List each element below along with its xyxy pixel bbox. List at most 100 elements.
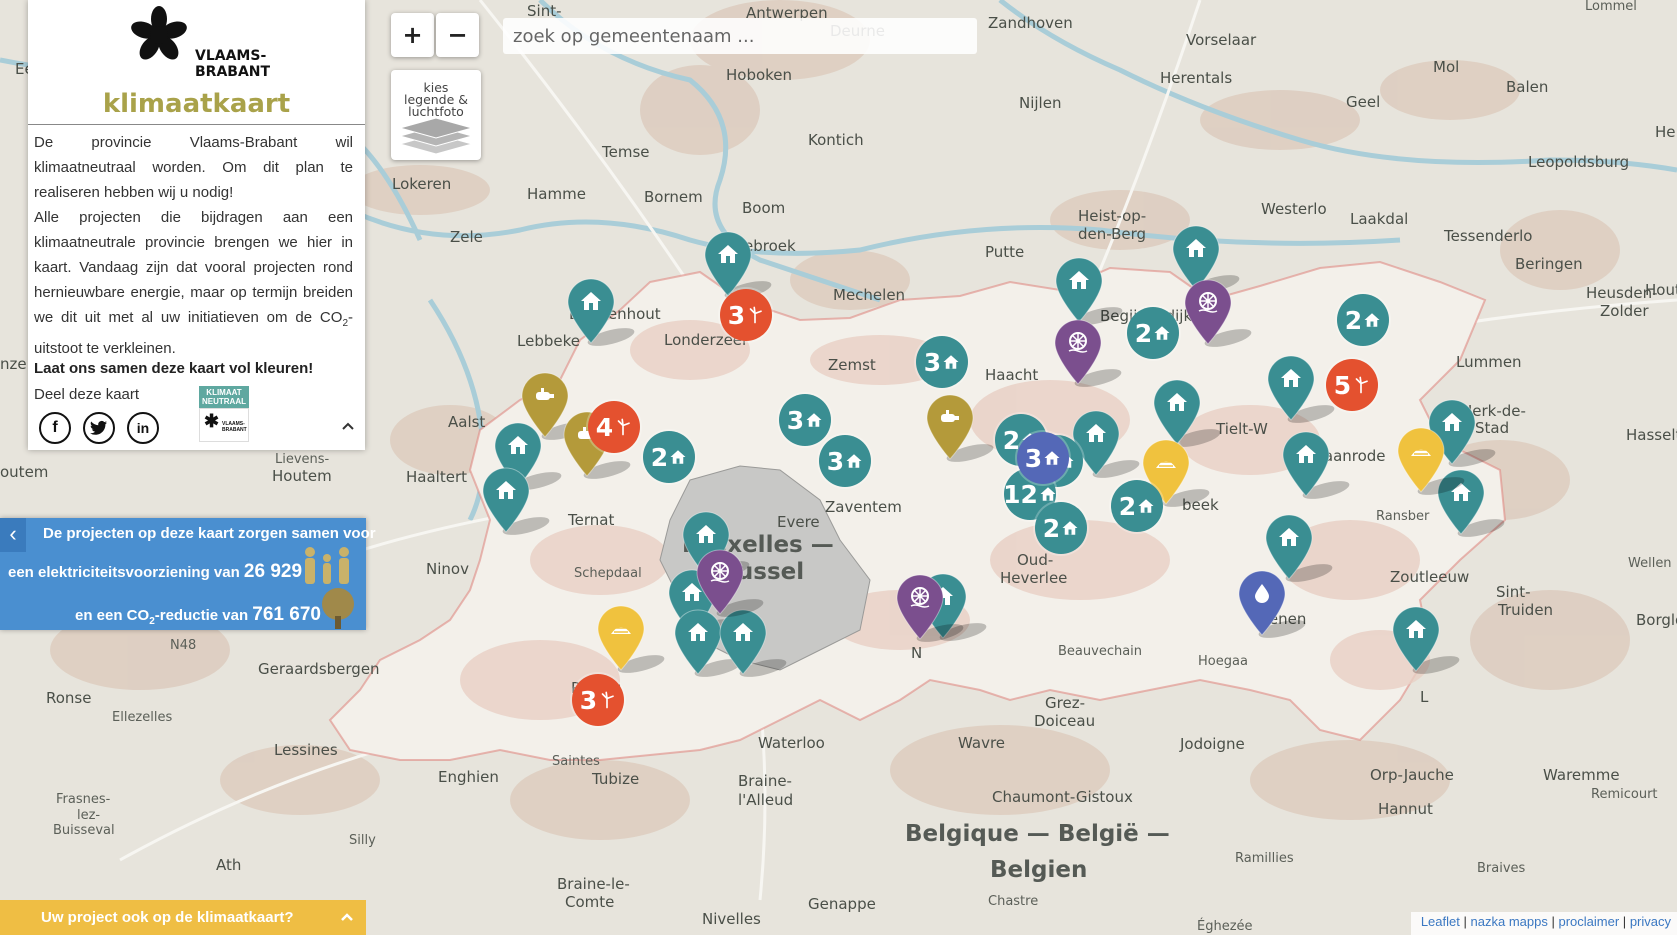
map-marker-house[interactable] xyxy=(566,277,646,354)
place-label-oud1: Oud- xyxy=(1017,551,1054,569)
map-marker-hydro[interactable] xyxy=(1053,318,1133,395)
marker-cluster-wind[interactable]: 4 xyxy=(588,401,640,453)
place-label-chaumont: Chaumont-Gistoux xyxy=(992,788,1133,806)
marker-cluster-house[interactable]: 3 xyxy=(779,394,831,446)
map-marker-house[interactable] xyxy=(1071,409,1151,486)
map-marker-hydro[interactable] xyxy=(1183,278,1263,355)
place-label-geel: Geel xyxy=(1346,93,1381,111)
badge-bottom: ✱ VLAAMS- BRABANT xyxy=(199,408,249,442)
place-label-wavre: Wavre xyxy=(958,734,1006,752)
map-marker-house[interactable] xyxy=(1281,430,1361,507)
place-label-nivelles: Nivelles xyxy=(702,910,761,928)
map-marker-hydro[interactable] xyxy=(895,573,975,650)
municipality-search-input[interactable] xyxy=(503,18,977,54)
nazka-link[interactable]: nazka mapps xyxy=(1471,914,1548,929)
facebook-icon[interactable]: f xyxy=(39,412,71,444)
cluster-count: 3 xyxy=(786,405,805,435)
place-label-ath: Ath xyxy=(216,856,242,874)
marker-cluster-house[interactable]: 2 xyxy=(1127,307,1179,359)
chevron-left-icon[interactable]: ‹ xyxy=(0,518,26,552)
place-label-grez2: Doiceau xyxy=(1034,712,1096,730)
marker-cluster-house[interactable]: 3 xyxy=(819,435,871,487)
house-icon xyxy=(1060,514,1079,543)
linkedin-icon[interactable]: in xyxy=(127,412,159,444)
place-label-lessines: Lessines xyxy=(274,741,338,759)
attribution-separator: | xyxy=(1551,914,1555,929)
marker-cluster-house[interactable]: 3 xyxy=(1017,432,1069,484)
place-label-oud2: Heverlee xyxy=(1000,569,1068,587)
marker-cluster-house[interactable]: 3 xyxy=(916,336,968,388)
place-label-lommel: Lommel xyxy=(1585,0,1637,14)
place-label-waremme: Waremme xyxy=(1543,766,1620,784)
place-label-balen: Balen xyxy=(1506,78,1549,96)
place-label-mol: Mol xyxy=(1433,58,1460,76)
map-marker-sun[interactable] xyxy=(596,604,676,681)
map-marker-house[interactable] xyxy=(1391,605,1471,682)
marker-cluster-house[interactable]: 2 xyxy=(1035,502,1087,554)
cluster-count: 5 xyxy=(1333,370,1352,400)
place-label-remicourt: Remicourt xyxy=(1591,787,1658,802)
place-label-temse: Temse xyxy=(602,143,650,161)
place-label-frasnes3: Buisseval xyxy=(53,823,115,838)
place-label-braineleComte1: Braine-le- xyxy=(557,875,630,893)
place-label-sinttruiden1: Sint- xyxy=(1496,583,1531,601)
privacy-link[interactable]: privacy xyxy=(1630,914,1671,929)
place-label-braineleComte2: Comte xyxy=(565,893,615,911)
zoom-in-button[interactable]: + xyxy=(391,13,434,57)
zoom-control: + − xyxy=(391,13,481,57)
badge-line2: NEUTRAAL xyxy=(202,397,246,406)
region-label-belgique1: Belgique — België — xyxy=(905,821,1170,847)
place-label-boom: Boom xyxy=(742,199,786,217)
stats-box: ‹ De projecten op deze kaart zorgen same… xyxy=(0,518,376,630)
place-label-hasselt: Hasselt xyxy=(1626,426,1677,444)
zoom-out-button[interactable]: − xyxy=(436,13,479,57)
map-marker-sun[interactable] xyxy=(1396,426,1476,503)
place-label-saintes: Saintes xyxy=(552,754,600,769)
cluster-count: 2 xyxy=(650,442,669,472)
collapse-panel-chevron-icon[interactable] xyxy=(341,418,355,436)
house-icon xyxy=(804,406,823,435)
cluster-count: 2 xyxy=(1118,491,1137,521)
marker-cluster-wind[interactable]: 5 xyxy=(1326,359,1378,411)
place-label-kontich: Kontich xyxy=(808,131,864,149)
place-label-genappe: Genappe xyxy=(808,895,876,913)
marker-cluster-wind[interactable]: 3 xyxy=(720,289,772,341)
place-label-jodoigne: Jodoigne xyxy=(1180,735,1245,753)
place-label-hout: Hout xyxy=(1645,281,1677,299)
marker-cluster-house[interactable]: 2 xyxy=(1111,480,1163,532)
map-marker-house[interactable] xyxy=(481,466,561,543)
place-label-lievens2: Houtem xyxy=(272,467,332,485)
twitter-icon[interactable] xyxy=(83,412,115,444)
place-label-vorselaar: Vorselaar xyxy=(1186,31,1257,49)
leaflet-link[interactable]: Leaflet xyxy=(1421,914,1460,929)
map-marker-biogas[interactable] xyxy=(925,393,1005,470)
layer-switcher-button[interactable]: kies legende & luchtfoto xyxy=(391,70,481,160)
cluster-count: 3 xyxy=(826,446,845,476)
add-project-bar[interactable]: Uw project ook op de klimaatkaart? xyxy=(0,900,366,935)
place-label-hoboken: Hoboken xyxy=(726,66,793,84)
place-label-westerlo: Westerlo xyxy=(1261,200,1327,218)
marker-cluster-house[interactable]: 2 xyxy=(643,431,695,483)
map-marker-drop[interactable] xyxy=(1237,569,1317,646)
marker-cluster-house[interactable]: 2 xyxy=(1337,294,1389,346)
wind-icon xyxy=(597,686,616,715)
place-label-ellezelles: Ellezelles xyxy=(112,710,173,725)
place-label-putte: Putte xyxy=(985,243,1025,261)
share-label: Deel deze kaart xyxy=(34,386,140,403)
badge-text: VLAAMS- BRABANT xyxy=(222,421,247,433)
wind-icon xyxy=(613,413,632,442)
place-label-brainealleud1: Braine- xyxy=(738,772,792,790)
place-label-aalst: Aalst xyxy=(448,413,486,431)
place-label-enghien: Enghien xyxy=(438,768,499,786)
cluster-count: 12 xyxy=(1003,479,1038,509)
map-marker-hydro[interactable] xyxy=(695,548,775,625)
proclaimer-link[interactable]: proclaimer xyxy=(1558,914,1619,929)
place-label-landen: L xyxy=(1420,688,1429,706)
place-label-denberg: den-Berg xyxy=(1078,225,1147,243)
marker-cluster-wind[interactable]: 3 xyxy=(572,674,624,726)
place-label-borgloon: Borgloo xyxy=(1636,611,1677,629)
house-icon xyxy=(1362,306,1381,335)
place-label-haaltert: Haaltert xyxy=(406,468,467,486)
place-label-tessenderlo: Tessenderlo xyxy=(1444,227,1533,245)
place-label-hamme: Hamme xyxy=(527,185,586,203)
